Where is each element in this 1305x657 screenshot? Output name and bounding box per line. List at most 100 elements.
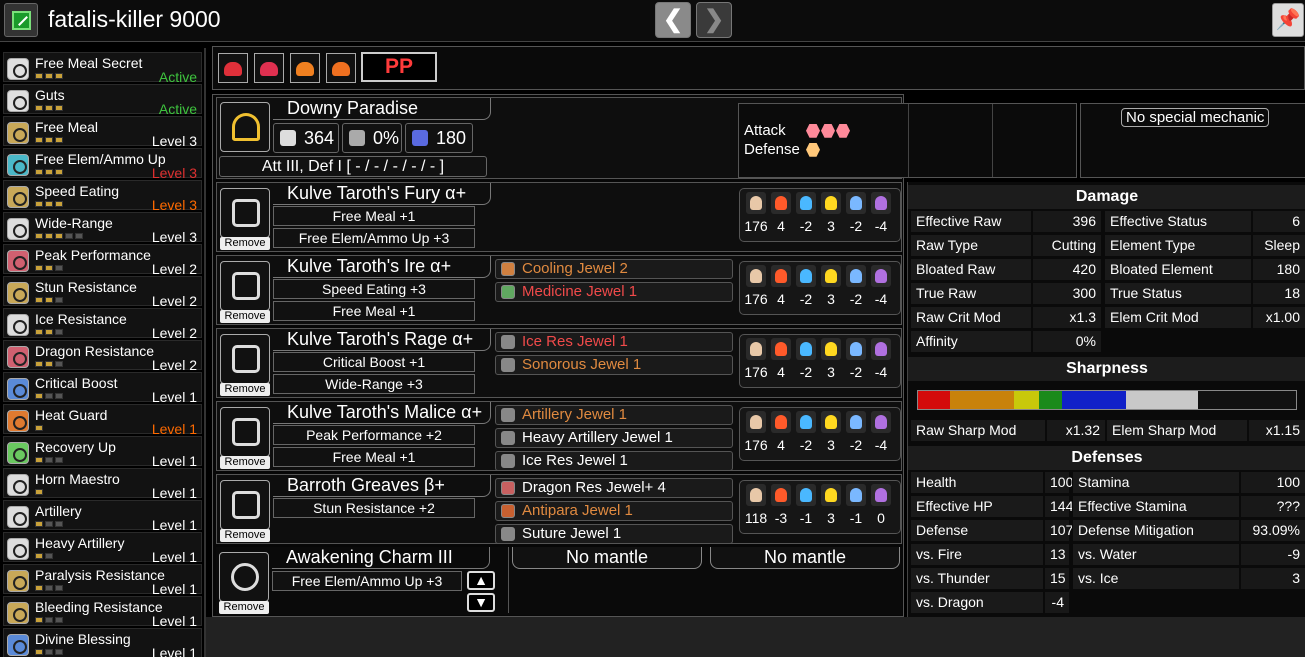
level-dot bbox=[45, 329, 53, 335]
decoration-slot[interactable]: Dragon Res Jewel+ 4 bbox=[495, 478, 733, 498]
resistance-value: -4 bbox=[874, 437, 888, 453]
stat-label: Effective Status bbox=[1104, 210, 1252, 233]
skill-item[interactable]: Free Meal Secret Active bbox=[3, 52, 202, 85]
skill-status: Level 2 bbox=[151, 357, 197, 373]
resistance-value: -2 bbox=[849, 437, 863, 453]
slot-hex bbox=[821, 123, 835, 138]
skill-item[interactable]: Stun Resistance Level 2 bbox=[3, 276, 202, 309]
stat-label: vs. Fire bbox=[910, 543, 1044, 566]
ice-icon-glyph bbox=[850, 269, 862, 283]
remove-button[interactable]: Remove bbox=[220, 237, 270, 250]
helm-icon[interactable] bbox=[220, 188, 270, 238]
skill-item[interactable]: Dragon Resistance Level 2 bbox=[3, 340, 202, 373]
previous-build-button[interactable]: ❮ bbox=[655, 2, 691, 38]
armor-name[interactable]: Barroth Greaves β+ bbox=[273, 475, 491, 497]
remove-button[interactable]: Remove bbox=[219, 601, 269, 614]
armor-name[interactable]: Kulve Taroth's Ire α+ bbox=[273, 256, 491, 278]
level-dot bbox=[55, 201, 63, 207]
weapon-deco-slot-2[interactable] bbox=[909, 104, 993, 177]
weapon-name[interactable]: Downy Paradise bbox=[273, 98, 491, 120]
skill-name: Heavy Artillery bbox=[35, 535, 125, 551]
skill-item[interactable]: Horn Maestro Level 1 bbox=[3, 468, 202, 501]
skill-level-dots bbox=[35, 265, 63, 272]
remove-button[interactable]: Remove bbox=[220, 529, 270, 542]
skill-status: Level 3 bbox=[151, 229, 197, 245]
charm-level-down-button[interactable]: ▼ bbox=[467, 593, 495, 612]
skill-item[interactable]: Guts Active bbox=[3, 84, 202, 117]
skill-item[interactable]: Wide-Range Level 3 bbox=[3, 212, 202, 245]
decoration-slot[interactable]: Antipara Jewel 1 bbox=[495, 501, 733, 521]
edit-build-button[interactable] bbox=[4, 3, 38, 37]
remove-button[interactable]: Remove bbox=[220, 310, 270, 323]
charm-name[interactable]: Awakening Charm III bbox=[272, 547, 490, 569]
waist-icon-glyph bbox=[232, 418, 260, 446]
pp-button[interactable]: PP bbox=[361, 52, 437, 82]
level-dot bbox=[45, 73, 53, 79]
mantle-slot-2[interactable]: No mantle bbox=[710, 547, 900, 569]
skill-item[interactable]: Speed Eating Level 3 bbox=[3, 180, 202, 213]
armor-name[interactable]: Kulve Taroth's Malice α+ bbox=[273, 402, 491, 424]
armor-name[interactable]: Kulve Taroth's Rage α+ bbox=[273, 329, 491, 351]
skill-item[interactable]: Heavy Artillery Level 1 bbox=[3, 532, 202, 565]
skill-item[interactable]: Paralysis Resistance Level 1 bbox=[3, 564, 202, 597]
remove-button[interactable]: Remove bbox=[220, 456, 270, 469]
jewel-icon bbox=[501, 358, 515, 372]
resistance-value: 3 bbox=[827, 437, 835, 453]
resistance-value: 176 bbox=[744, 218, 768, 234]
legs-icon[interactable] bbox=[220, 480, 270, 530]
armor-name[interactable]: Kulve Taroth's Fury α+ bbox=[273, 183, 491, 205]
skill-item[interactable]: Heat Guard Level 1 bbox=[3, 404, 202, 437]
skill-item[interactable]: Bleeding Resistance Level 1 bbox=[3, 596, 202, 629]
skill-item[interactable]: Ice Resistance Level 2 bbox=[3, 308, 202, 341]
level-dot bbox=[65, 233, 73, 239]
level-dot bbox=[35, 105, 43, 111]
resistance-value: -4 bbox=[874, 364, 888, 380]
stat-label: Effective Raw bbox=[910, 210, 1032, 233]
weapon-augments[interactable]: Att III, Def I [ - / - / - / - / - ] bbox=[219, 156, 487, 177]
decoration-slot[interactable]: Heavy Artillery Jewel 1 bbox=[495, 428, 733, 448]
resistance-value: 3 bbox=[827, 510, 835, 526]
level-dot bbox=[55, 73, 63, 79]
hunter-orange-icon-shape bbox=[296, 62, 314, 76]
jewel-icon bbox=[501, 335, 515, 349]
remove-button[interactable]: Remove bbox=[220, 383, 270, 396]
charm-icon[interactable] bbox=[219, 552, 269, 602]
decoration-slot[interactable]: Suture Jewel 1 bbox=[495, 524, 733, 544]
skill-item[interactable]: Peak Performance Level 2 bbox=[3, 244, 202, 277]
skill-item[interactable]: Free Elem/Ammo Up Level 3 bbox=[3, 148, 202, 181]
arms-icon[interactable] bbox=[220, 334, 270, 384]
skill-level-dots bbox=[35, 105, 63, 112]
weapon-icon[interactable] bbox=[220, 102, 270, 152]
build-title[interactable]: fatalis-killer 9000 bbox=[48, 6, 221, 33]
hunter-smile-orange-icon[interactable] bbox=[326, 53, 356, 83]
weapon-deco-slot-3[interactable] bbox=[993, 104, 1077, 177]
decoration-slot[interactable]: Ice Res Jewel 1 bbox=[495, 332, 733, 352]
armor-skill: Free Meal +1 bbox=[273, 447, 475, 467]
skill-item[interactable]: Free Meal Level 3 bbox=[3, 116, 202, 149]
decoration-slot[interactable]: Cooling Jewel 2 bbox=[495, 259, 733, 279]
stat-label: Effective Stamina bbox=[1072, 495, 1240, 518]
decoration-slot[interactable]: Medicine Jewel 1 bbox=[495, 282, 733, 302]
skill-item[interactable]: Critical Boost Level 1 bbox=[3, 372, 202, 405]
pin-button[interactable]: 📌 bbox=[1272, 3, 1304, 37]
waist-icon[interactable] bbox=[220, 407, 270, 457]
chest-icon[interactable] bbox=[220, 261, 270, 311]
mantle-slot-1[interactable]: No mantle bbox=[512, 547, 702, 569]
skill-name: Peak Performance bbox=[35, 247, 151, 263]
hunter-orange-icon[interactable] bbox=[290, 53, 320, 83]
skill-item[interactable]: Artillery Level 1 bbox=[3, 500, 202, 533]
thunder-icon bbox=[821, 411, 841, 433]
charm-level-up-button[interactable]: ▲ bbox=[467, 571, 495, 590]
decoration-slot[interactable]: Sonorous Jewel 1 bbox=[495, 355, 733, 375]
next-build-button[interactable]: ❯ bbox=[696, 2, 732, 38]
stat-value: Sleep bbox=[1252, 234, 1305, 257]
armor-skill: Free Meal +1 bbox=[273, 206, 475, 226]
skill-item[interactable]: Recovery Up Level 1 bbox=[3, 436, 202, 469]
heat-guard-icon bbox=[7, 410, 29, 432]
stat-value: 396 bbox=[1032, 210, 1102, 233]
skill-item[interactable]: Divine Blessing Level 1 bbox=[3, 628, 202, 657]
decoration-slot[interactable]: Ice Res Jewel 1 bbox=[495, 451, 733, 471]
hunter-smile-red-icon[interactable] bbox=[254, 53, 284, 83]
decoration-slot[interactable]: Artillery Jewel 1 bbox=[495, 405, 733, 425]
hunter-red-icon[interactable] bbox=[218, 53, 248, 83]
